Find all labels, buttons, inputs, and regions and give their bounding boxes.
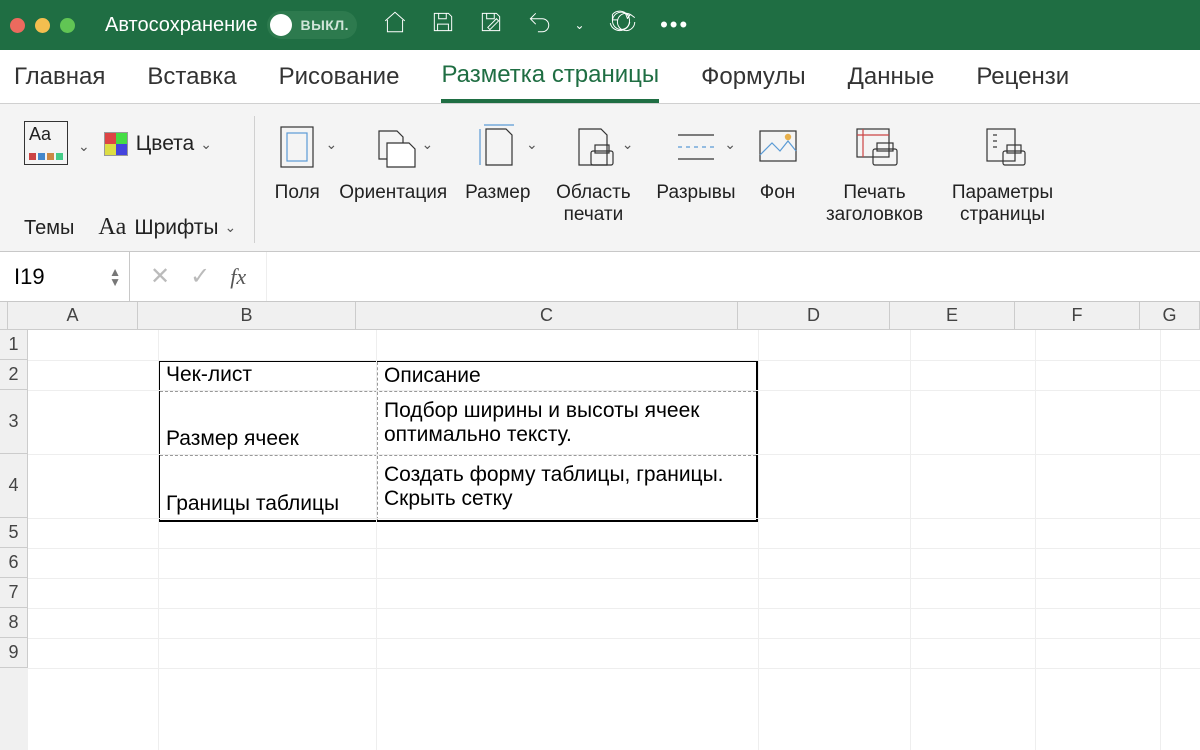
data-table: Чек-листОписаниеРазмер ячеекПодбор ширин… <box>158 360 758 522</box>
row-headers: 123456789 <box>0 330 28 750</box>
table-cell[interactable]: Подбор ширины и высоты ячеек оптимально … <box>378 392 756 455</box>
namebox-spinners[interactable]: ▲▼ <box>109 267 121 287</box>
themes-label: Темы <box>24 213 74 240</box>
confirm-icon[interactable]: ✓ <box>190 262 210 291</box>
themes-group: Aa ⌄ Цвета⌄ Темы Aa Шрифты⌄ <box>14 112 246 247</box>
chevron-down-icon: ⌄ <box>724 136 736 153</box>
size-button[interactable]: ⌄ Размер <box>465 118 530 204</box>
chevron-down-icon: ⌄ <box>421 136 433 153</box>
undo-icon[interactable] <box>526 9 552 41</box>
row-header[interactable]: 1 <box>0 330 28 360</box>
table-cell[interactable]: Описание <box>378 362 756 391</box>
tab-page-layout[interactable]: Разметка страницы <box>441 51 659 103</box>
print-area-icon <box>569 123 617 171</box>
column-header[interactable]: F <box>1015 302 1140 329</box>
print-area-button[interactable]: ⌄ Область печати <box>548 118 638 226</box>
row-header[interactable]: 4 <box>0 454 28 518</box>
maximize-window-button[interactable] <box>60 18 75 33</box>
name-box[interactable]: I19 ▲▼ <box>0 252 130 301</box>
ribbon: Aa ⌄ Цвета⌄ Темы Aa Шрифты⌄ <box>0 104 1200 252</box>
fonts-icon: Aa <box>98 214 126 241</box>
row-header[interactable]: 7 <box>0 578 28 608</box>
margins-button[interactable]: ⌄ Поля <box>273 118 321 204</box>
redo-icon[interactable] <box>607 9 639 41</box>
undo-chevron-icon[interactable]: ⌄ <box>574 18 584 32</box>
row-header[interactable]: 5 <box>0 518 28 548</box>
tab-formulas[interactable]: Формулы <box>701 53 805 101</box>
print-titles-icon <box>851 123 899 171</box>
minimize-window-button[interactable] <box>35 18 50 33</box>
table-row: Размер ячеекПодбор ширины и высоты ячеек… <box>160 392 756 456</box>
row-header[interactable]: 3 <box>0 390 28 454</box>
chevron-down-icon: ⌄ <box>326 136 338 153</box>
breaks-button[interactable]: ⌄ Разрывы <box>656 118 735 204</box>
window-controls <box>10 18 75 33</box>
ribbon-tabs: Главная Вставка Рисование Разметка стран… <box>0 50 1200 104</box>
background-icon <box>754 123 802 171</box>
chevron-down-icon: ⌄ <box>526 136 538 153</box>
page-setup-button[interactable]: Параметры страницы <box>948 118 1058 226</box>
themes-button[interactable]: Aa <box>24 114 68 178</box>
margins-icon <box>273 123 321 171</box>
fx-icon[interactable]: fx <box>230 264 246 290</box>
orientation-button[interactable]: ⌄ Ориентация <box>339 118 447 204</box>
fonts-button[interactable]: Aa Шрифты⌄ <box>98 214 236 241</box>
size-icon <box>474 123 522 171</box>
row-header[interactable]: 8 <box>0 608 28 638</box>
more-icon[interactable]: ••• <box>660 12 689 38</box>
save-icon[interactable] <box>430 9 456 41</box>
tab-draw[interactable]: Рисование <box>279 53 400 101</box>
tab-data[interactable]: Данные <box>848 53 935 101</box>
colors-icon <box>104 132 128 156</box>
print-titles-button[interactable]: Печать заголовков <box>820 118 930 226</box>
save-edit-icon[interactable] <box>478 9 504 41</box>
column-header[interactable]: G <box>1140 302 1200 329</box>
spreadsheet-grid[interactable]: ABCDEFG 123456789 Чек-листОписаниеРазмер… <box>0 302 1200 750</box>
table-cell[interactable]: Границы таблицы <box>160 456 378 520</box>
select-all-corner[interactable] <box>0 302 8 329</box>
row-header[interactable]: 9 <box>0 638 28 668</box>
close-window-button[interactable] <box>10 18 25 33</box>
tab-review[interactable]: Рецензи <box>976 53 1069 101</box>
column-header[interactable]: A <box>8 302 138 329</box>
home-icon[interactable] <box>382 9 408 41</box>
column-header[interactable]: E <box>890 302 1015 329</box>
breaks-icon <box>672 123 720 171</box>
tab-home[interactable]: Главная <box>14 53 105 101</box>
table-cell[interactable]: Размер ячеек <box>160 392 378 455</box>
table-cell[interactable]: Чек-лист <box>160 362 378 391</box>
autosave-label: Автосохранение <box>105 14 257 37</box>
column-header[interactable]: C <box>356 302 738 329</box>
colors-button[interactable]: Цвета⌄ <box>104 132 212 156</box>
formula-input[interactable] <box>266 252 1200 301</box>
tab-insert[interactable]: Вставка <box>147 53 236 101</box>
chevron-down-icon[interactable]: ⌄ <box>78 138 90 155</box>
autosave-toggle[interactable]: ВЫКЛ. <box>267 11 357 39</box>
chevron-down-icon: ⌄ <box>200 136 212 153</box>
titlebar: Автосохранение ВЫКЛ. ⌄ ••• <box>0 0 1200 50</box>
toggle-state-text: ВЫКЛ. <box>300 17 349 33</box>
formula-bar: I19 ▲▼ ✕ ✓ fx <box>0 252 1200 302</box>
chevron-down-icon: ⌄ <box>225 219 237 236</box>
table-row: Границы таблицыСоздать форму таблицы, гр… <box>160 456 756 520</box>
quick-access-toolbar: ⌄ ••• <box>382 9 689 41</box>
row-header[interactable]: 2 <box>0 360 28 390</box>
chevron-down-icon: ⌄ <box>622 136 634 153</box>
toggle-knob <box>270 14 292 36</box>
orientation-icon <box>369 123 417 171</box>
column-header[interactable]: B <box>138 302 356 329</box>
page-setup-icon <box>979 123 1027 171</box>
column-header[interactable]: D <box>738 302 890 329</box>
themes-icon: Aa <box>24 121 68 165</box>
table-row: Чек-листОписание <box>160 362 756 392</box>
row-header[interactable]: 6 <box>0 548 28 578</box>
cancel-icon[interactable]: ✕ <box>150 262 170 291</box>
table-cell[interactable]: Создать форму таблицы, границы. Скрыть с… <box>378 456 756 520</box>
column-headers: ABCDEFG <box>0 302 1200 330</box>
background-button[interactable]: Фон <box>754 118 802 204</box>
